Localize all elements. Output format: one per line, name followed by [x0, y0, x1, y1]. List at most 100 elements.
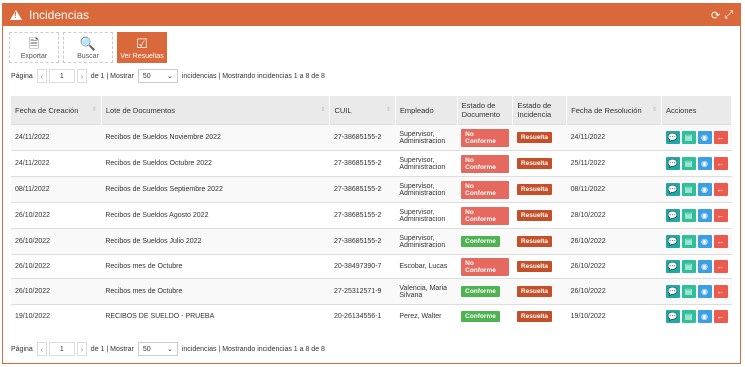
estado-incidencia-badge: Resuelta — [516, 132, 553, 143]
estado-incidencia-badge: Resuelta — [516, 184, 553, 195]
comment-icon[interactable]: 💬 — [665, 285, 680, 298]
cell-fecha-resolucion: 26/10/2022 — [566, 278, 662, 305]
chevron-down-icon: ⌄ — [166, 346, 173, 353]
user-icon[interactable]: ◉ — [697, 260, 712, 273]
cell-lote: RECIBOS DE SUELDO - PRUEBA — [101, 304, 330, 328]
cell-acciones: 💬 ▤ ◉ ← — [661, 304, 732, 328]
cell-estado-incidencia: Resuelta — [512, 202, 567, 229]
estado-documento-badge: No Conforme — [461, 257, 509, 276]
document-icon[interactable]: ▤ — [681, 131, 696, 144]
back-arrow-icon[interactable]: ← — [713, 260, 728, 273]
document-icon[interactable]: ▤ — [681, 285, 696, 298]
cell-estado-documento: No Conforme — [457, 150, 513, 177]
prev-page-button-bottom[interactable]: ‹ — [36, 342, 47, 356]
estado-documento-badge: No Conforme — [461, 128, 509, 147]
page-size-select-bottom[interactable]: 50 ⌄ — [137, 342, 178, 356]
show-resolved-button[interactable]: ☑ Ver Resueltas — [117, 32, 167, 63]
cell-fecha-resolucion: 19/10/2022 — [566, 304, 662, 328]
comment-icon[interactable]: 💬 — [665, 131, 680, 144]
refresh-icon[interactable]: ⟳ — [711, 9, 720, 22]
estado-documento-badge: Conforme — [461, 236, 500, 247]
checkbox-icon: ☑ — [136, 36, 148, 51]
cell-estado-documento: No Conforme — [457, 176, 513, 203]
document-icon[interactable]: ▤ — [681, 209, 696, 222]
document-icon[interactable]: ▤ — [681, 183, 696, 196]
cell-empleado: Supervisor, Administracion — [395, 202, 458, 229]
cell-fecha-creacion: 24/11/2022 — [11, 150, 102, 177]
col-fecha-resolucion[interactable]: Fecha de Resolución ⇕ — [566, 96, 662, 125]
estado-incidencia-badge: Resuelta — [516, 210, 553, 221]
cell-estado-documento: Conforme — [457, 278, 513, 305]
estado-incidencia-badge: Resuelta — [516, 261, 553, 272]
table-row: 26/10/2022 Recibos de Sueldos Julio 2022 2… — [11, 228, 732, 255]
document-icon[interactable]: ▤ — [681, 157, 696, 170]
back-arrow-icon[interactable]: ← — [713, 209, 728, 222]
expand-icon[interactable]: ⤢ — [724, 9, 733, 22]
comment-icon[interactable]: 💬 — [665, 209, 680, 222]
cell-cuil: 27-25312571-9 — [329, 278, 396, 305]
col-estado-incidencia[interactable]: Estado de Incidencia — [512, 96, 568, 125]
comment-icon[interactable]: 💬 — [665, 310, 680, 323]
cell-estado-documento: Conforme — [457, 304, 513, 328]
cell-acciones: 💬 ▤ ◉ ← — [661, 228, 732, 255]
cell-empleado: Valencia, Maria Silvana — [395, 278, 458, 305]
export-button[interactable]: 🗎 Exportar — [9, 32, 59, 63]
page-input[interactable]: 1 — [48, 69, 75, 83]
cell-fecha-creacion: 26/10/2022 — [11, 278, 102, 305]
back-arrow-icon[interactable]: ← — [713, 131, 728, 144]
cell-lote: Recibos de Sueldos Agosto 2022 — [101, 202, 330, 229]
user-icon[interactable]: ◉ — [697, 310, 712, 323]
col-empleado[interactable]: Empleado — [395, 96, 458, 125]
cell-cuil: 27-38685155-2 — [329, 228, 396, 255]
cell-estado-incidencia: Resuelta — [512, 150, 567, 177]
back-arrow-icon[interactable]: ← — [713, 285, 728, 298]
back-arrow-icon[interactable]: ← — [713, 235, 728, 248]
search-button[interactable]: 🔍 Buscar — [63, 32, 113, 63]
col-cuil[interactable]: CUIL ⇕ — [329, 96, 396, 125]
back-arrow-icon[interactable]: ← — [713, 310, 728, 323]
cell-fecha-creacion: 26/10/2022 — [11, 228, 102, 255]
cell-acciones: 💬 ▤ ◉ ← — [661, 150, 732, 177]
excel-icon: 🗎 — [28, 36, 40, 51]
chevron-down-icon: ⌄ — [166, 73, 173, 80]
back-arrow-icon[interactable]: ← — [713, 183, 728, 196]
pager-bottom: Página ‹ 1 › de 1 | Mostrar 50 ⌄ incidenc… — [3, 341, 325, 357]
user-icon[interactable]: ◉ — [697, 183, 712, 196]
user-icon[interactable]: ◉ — [697, 131, 712, 144]
cell-acciones: 💬 ▤ ◉ ← — [661, 254, 732, 279]
estado-incidencia-badge: Resuelta — [516, 311, 553, 322]
page-input-bottom[interactable]: 1 — [48, 342, 75, 356]
next-page-button[interactable]: › — [76, 69, 87, 83]
incidencias-table: Fecha de Creación ⇕ Lote de Documentos ⇕ C… — [11, 96, 732, 328]
col-estado-documento[interactable]: Estado de Documento — [457, 96, 514, 125]
prev-page-button[interactable]: ‹ — [36, 69, 47, 83]
user-icon[interactable]: ◉ — [697, 285, 712, 298]
estado-documento-badge: Conforme — [461, 311, 500, 322]
document-icon[interactable]: ▤ — [681, 260, 696, 273]
cell-estado-documento: No Conforme — [457, 254, 513, 279]
cell-estado-incidencia: Resuelta — [512, 176, 567, 203]
user-icon[interactable]: ◉ — [697, 157, 712, 170]
user-icon[interactable]: ◉ — [697, 209, 712, 222]
cell-fecha-creacion: 08/11/2022 — [11, 176, 102, 203]
cell-fecha-resolucion: 26/10/2022 — [566, 228, 662, 255]
pager-top: Página ‹ 1 › de 1 | Mostrar 50 ⌄ incidenc… — [3, 68, 740, 84]
cell-fecha-creacion: 24/11/2022 — [11, 124, 102, 151]
cell-lote: Recibos de Sueldos Julio 2022 — [101, 228, 330, 255]
estado-documento-badge: No Conforme — [461, 154, 509, 173]
comment-icon[interactable]: 💬 — [665, 157, 680, 170]
cell-fecha-resolucion: 25/11/2022 — [566, 150, 662, 177]
document-icon[interactable]: ▤ — [681, 235, 696, 248]
warning-icon — [10, 10, 22, 20]
col-lote[interactable]: Lote de Documentos ⇕ — [101, 96, 331, 125]
comment-icon[interactable]: 💬 — [665, 235, 680, 248]
cell-lote: Recibos de Sueldos Septiembre 2022 — [101, 176, 330, 203]
user-icon[interactable]: ◉ — [697, 235, 712, 248]
comment-icon[interactable]: 💬 — [665, 183, 680, 196]
comment-icon[interactable]: 💬 — [665, 260, 680, 273]
col-fecha-creacion[interactable]: Fecha de Creación ⇕ — [11, 96, 102, 125]
next-page-button-bottom[interactable]: › — [76, 342, 87, 356]
document-icon[interactable]: ▤ — [681, 310, 696, 323]
back-arrow-icon[interactable]: ← — [713, 157, 728, 170]
page-size-select[interactable]: 50 ⌄ — [137, 69, 178, 83]
